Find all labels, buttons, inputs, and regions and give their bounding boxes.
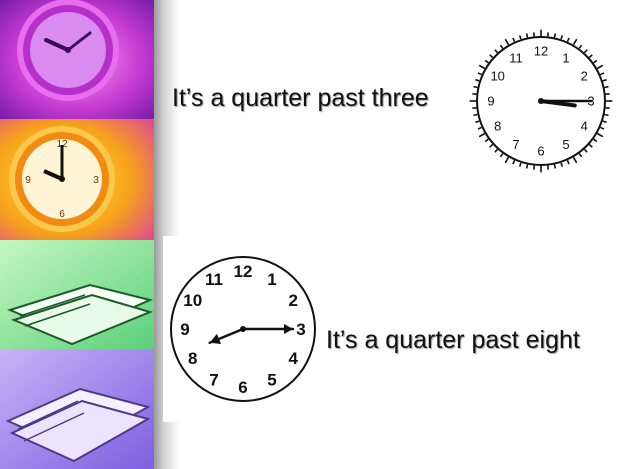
clock-number: 4	[581, 119, 588, 134]
clock-tick	[560, 35, 564, 40]
decorative-photo-strip: 12 3 69	[0, 0, 154, 469]
clock-tick	[600, 72, 605, 76]
clock-number: 2	[288, 291, 297, 310]
clock-quarter-past-eight: 12 1 2 3 4 5 6 7 8 9 10 11	[163, 236, 323, 422]
clock-tick	[499, 44, 504, 49]
clock-tick	[478, 132, 486, 138]
clock-number: 1	[562, 50, 569, 65]
clock-number: 7	[209, 370, 218, 389]
clock-tick	[572, 156, 578, 164]
clock-number: 9	[180, 320, 189, 339]
svg-text:3: 3	[93, 175, 99, 186]
clock-tick	[473, 113, 478, 117]
clock-tick	[583, 148, 588, 153]
clock-tick	[473, 85, 478, 89]
clock-tick	[604, 85, 609, 89]
clock-tick	[489, 143, 494, 148]
clock-number: 7	[512, 137, 519, 152]
clock-number: 10	[490, 69, 504, 84]
clock-tick	[572, 38, 578, 46]
clock-tick	[499, 153, 504, 158]
clock-number: 12	[534, 44, 548, 59]
clock-tick	[566, 160, 570, 165]
caption-quarter-past-eight: It’s a quarter past eight	[326, 326, 580, 354]
clock-number: 10	[183, 291, 202, 310]
clock-tick	[512, 37, 516, 42]
green-books-photo	[0, 240, 154, 349]
clock-tick	[604, 113, 609, 117]
clock-tick	[518, 162, 522, 167]
clock-number: 8	[494, 119, 501, 134]
clock-tick	[596, 64, 604, 70]
clock-number: 5	[562, 137, 569, 152]
clock-number: 11	[509, 50, 523, 65]
clock-tick	[566, 37, 570, 42]
clock-tick	[600, 126, 605, 130]
clock-quarter-past-three: 121234567891011	[467, 27, 615, 175]
clock-tick	[489, 54, 494, 59]
clock-tick	[504, 38, 510, 46]
clock-tick	[484, 59, 489, 64]
magenta-clock-photo	[0, 0, 154, 119]
clock-number: 5	[267, 370, 276, 389]
orange-clock-photo: 12 3 69	[0, 119, 154, 240]
clock-tick	[602, 78, 607, 82]
clock-number: 6	[537, 144, 544, 159]
clock-number: 8	[188, 349, 197, 368]
clock-tick	[593, 138, 598, 143]
clock-tick	[596, 132, 604, 138]
clock-number: 6	[238, 378, 247, 397]
caption-quarter-past-three: It’s a quarter past three	[172, 84, 429, 112]
clock-tick	[602, 120, 607, 124]
clock-tick	[477, 126, 482, 130]
violet-books-photo	[0, 349, 154, 469]
clock-tick	[504, 156, 510, 164]
clock-tick	[525, 33, 529, 38]
clock-number: 11	[205, 270, 223, 289]
svg-text:6: 6	[59, 209, 65, 220]
clock-tick	[525, 164, 529, 169]
clock-number: 3	[296, 320, 305, 339]
clock-tick	[494, 148, 499, 153]
clock-tick	[494, 49, 499, 54]
clock-hub	[538, 98, 544, 104]
clock-tick	[553, 164, 557, 169]
clock-tick	[578, 44, 583, 49]
clock-number: 9	[487, 94, 494, 109]
svg-text:9: 9	[25, 175, 31, 186]
clock-tick	[578, 153, 583, 158]
clock-tick	[518, 35, 522, 40]
clock-tick	[588, 54, 593, 59]
clock-tick	[477, 72, 482, 76]
clock-tick	[484, 138, 489, 143]
clock-tick	[475, 78, 480, 82]
clock-tick	[553, 33, 557, 38]
clock-tick	[512, 160, 516, 165]
clock-tick	[593, 59, 598, 64]
clock-tick	[588, 143, 593, 148]
clock-number: 1	[267, 270, 276, 289]
clock-number: 4	[288, 349, 298, 368]
clock-tick	[560, 162, 564, 167]
clock-number: 12	[234, 262, 253, 281]
clock-tick	[478, 64, 486, 70]
clock-hub	[240, 326, 246, 332]
clock-tick	[475, 120, 480, 124]
clock-tick	[583, 49, 588, 54]
clock-number: 2	[581, 69, 588, 84]
